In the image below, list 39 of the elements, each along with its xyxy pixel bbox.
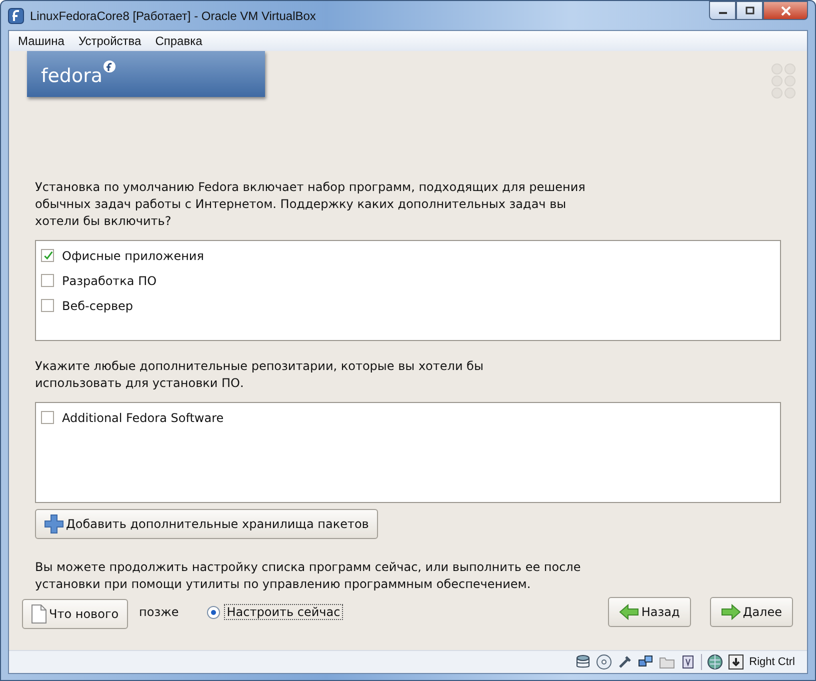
plus-icon	[44, 514, 64, 534]
maximize-icon	[744, 6, 754, 15]
close-icon	[780, 6, 792, 16]
customize-text: Вы можете продолжить настройку списка программ сейчас, или выполнить ее после установки при помощи утилиты по управлению программным обеспечением.	[35, 559, 582, 593]
checkbox[interactable]	[41, 274, 54, 287]
app-icon	[8, 8, 24, 24]
checkbox-label: Веб-сервер	[62, 298, 134, 312]
logo-icon	[102, 60, 116, 73]
next-button[interactable]: Далее	[710, 597, 793, 627]
document-icon	[31, 604, 47, 624]
cd-icon[interactable]	[596, 654, 612, 670]
checkbox-label: Офисные приложения	[62, 248, 204, 262]
radio-label: позже	[139, 605, 179, 619]
usb-icon[interactable]	[617, 654, 634, 670]
back-button[interactable]: Назад	[608, 597, 691, 627]
checkbox-label: Разработка ПО	[62, 274, 157, 288]
repository-text: Укажите любые дополнительные репозитарии, которые вы хотели бы использовать для установки ПО.	[35, 358, 484, 392]
right-arrow-icon	[720, 604, 741, 620]
checkbox[interactable]	[41, 249, 54, 262]
disk-icon[interactable]	[575, 654, 592, 670]
checkbox-label: Additional Fedora Software	[62, 410, 224, 424]
chip-icon[interactable]	[680, 654, 696, 670]
left-arrow-icon	[619, 604, 640, 620]
intro-text: Установка по умолчанию Fedora включает набор программ, подходящих для решения обычных задач работы с Интернетом. Поддержку каких дополнительных задач вы хотели бы включить?	[35, 179, 586, 230]
close-button[interactable]	[763, 1, 808, 20]
host-key-label: Right Ctrl	[749, 656, 795, 668]
radio-icon[interactable]	[206, 606, 220, 618]
add-repository-button[interactable]: Добавить дополнительные хранилища пакетов	[35, 509, 378, 539]
menu-item[interactable]: Машина	[11, 34, 72, 48]
logo-text: fedora	[41, 65, 103, 87]
window-title: LinuxFedoraCore8 [Работает] - Oracle VM VirtualBox	[30, 8, 316, 22]
checkbox[interactable]	[41, 299, 54, 312]
maximize-button[interactable]	[736, 1, 763, 20]
globe-icon[interactable]	[707, 654, 724, 670]
release-notes-button[interactable]: Что нового	[22, 599, 128, 629]
checkbox[interactable]	[41, 411, 54, 424]
minimize-button[interactable]	[709, 1, 736, 20]
menu-item[interactable]: Справка	[148, 34, 210, 48]
menu-item[interactable]: Устройства	[71, 34, 148, 48]
